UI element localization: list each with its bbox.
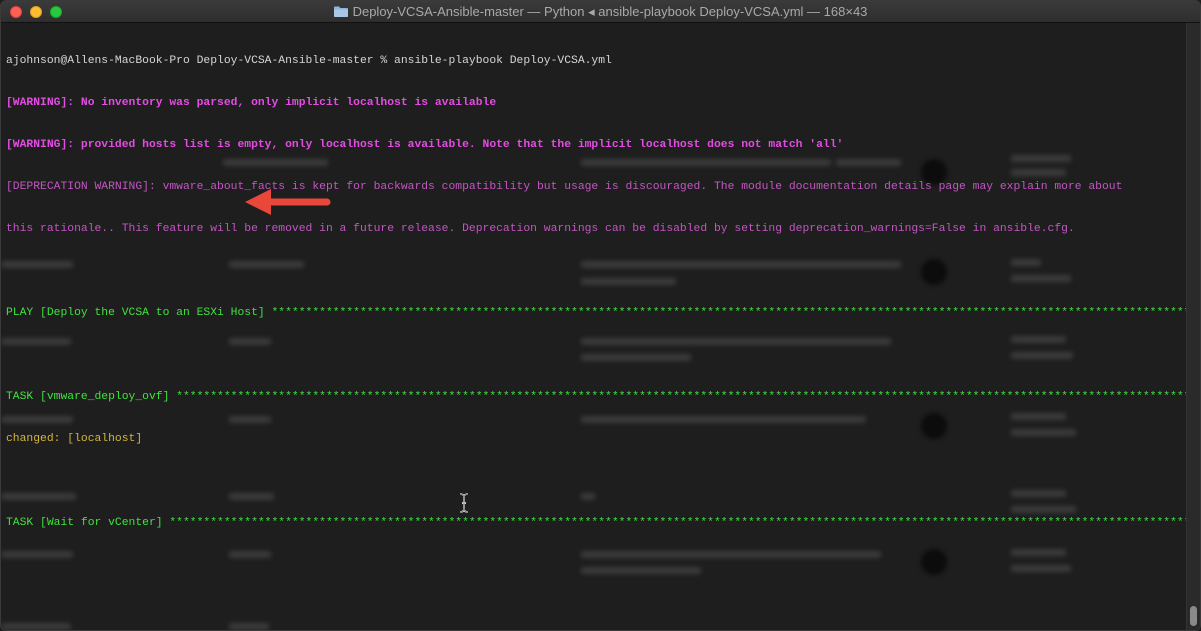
scrollbar-thumb[interactable] <box>1190 606 1197 626</box>
title-bar[interactable]: Deploy-VCSA-Ansible-master — Python ◂ an… <box>1 1 1200 23</box>
arrow-left-icon <box>245 189 331 215</box>
terminal-window: Deploy-VCSA-Ansible-master — Python ◂ an… <box>0 0 1201 631</box>
command-prompt-line: ajohnson@Allens-MacBook-Pro Deploy-VCSA-… <box>6 55 612 67</box>
warning-line: [WARNING]: provided hosts list is empty,… <box>6 139 844 151</box>
task-header-line: TASK [vmware_deploy_ovf] ***************… <box>6 391 1187 403</box>
folder-icon <box>333 6 348 17</box>
play-header-line: PLAY [Deploy the VCSA to an ESXi Host] *… <box>6 307 1187 319</box>
window-title: Deploy-VCSA-Ansible-master — Python ◂ an… <box>352 4 868 19</box>
warning-line: [WARNING]: No inventory was parsed, only… <box>6 97 497 109</box>
deprecation-warning-line: [DEPRECATION WARNING]: vmware_about_fact… <box>6 181 1123 193</box>
task-result-line: changed: [localhost] <box>6 433 143 445</box>
deprecation-warning-line: this rationale.. This feature will be re… <box>6 223 1075 235</box>
terminal-lines: ajohnson@Allens-MacBook-Pro Deploy-VCSA-… <box>6 26 1187 558</box>
window-title-container: Deploy-VCSA-Ansible-master — Python ◂ an… <box>1 1 1200 23</box>
task-header-line: TASK [Wait for vCenter] ****************… <box>6 517 1187 529</box>
text-cursor-icon <box>459 493 469 513</box>
terminal-output[interactable]: ajohnson@Allens-MacBook-Pro Deploy-VCSA-… <box>1 23 1187 630</box>
vertical-scrollbar[interactable] <box>1186 23 1200 630</box>
